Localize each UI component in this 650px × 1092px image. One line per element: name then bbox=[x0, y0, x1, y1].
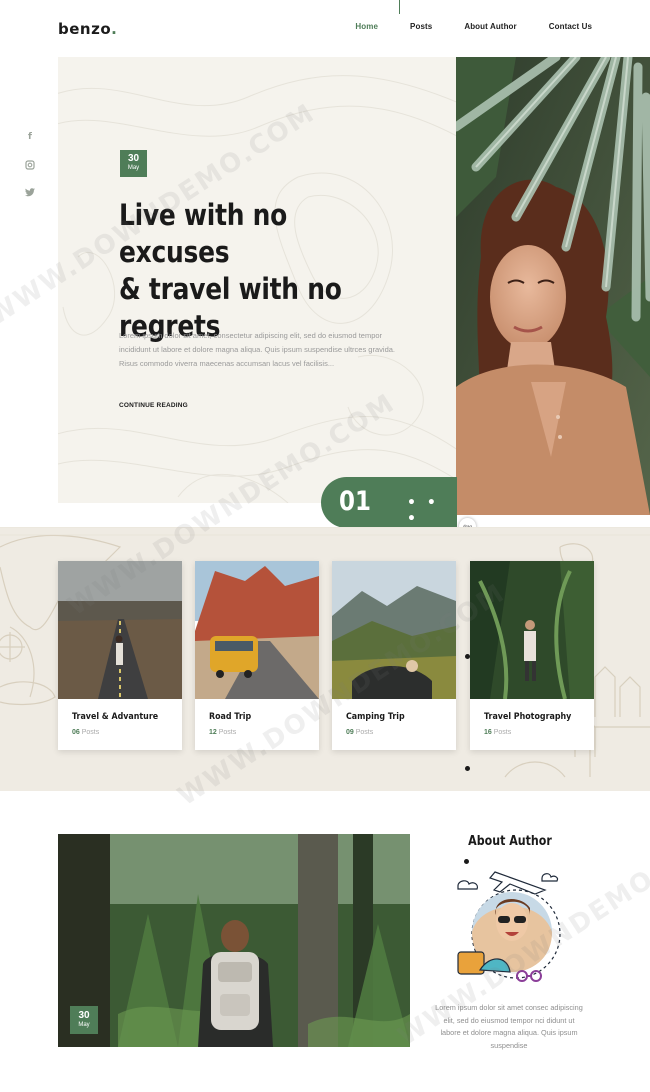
nav-active-indicator bbox=[399, 0, 400, 14]
twitter-icon[interactable] bbox=[24, 188, 36, 200]
hero-section: 30 May Live with no excuses & travel wit… bbox=[58, 57, 456, 503]
category-count-unit: Posts bbox=[493, 729, 512, 736]
logo[interactable]: benzo. bbox=[58, 20, 117, 38]
category-name[interactable]: Road Trip bbox=[209, 712, 251, 722]
nav-home[interactable]: Home bbox=[355, 22, 378, 31]
nav-contact-us[interactable]: Contact Us bbox=[549, 22, 592, 31]
category-count-number: 12 bbox=[209, 729, 217, 736]
category-count-unit: Posts bbox=[81, 729, 100, 736]
nav-about-author[interactable]: About Author bbox=[464, 22, 516, 31]
category-post-count: 12 Posts bbox=[209, 729, 236, 736]
forest-hiker-photo bbox=[58, 834, 410, 1047]
category-post-count: 16 Posts bbox=[484, 729, 511, 736]
category-count-unit: Posts bbox=[355, 729, 374, 736]
category-card-camping-trip[interactable]: Camping Trip 09 Posts bbox=[332, 561, 456, 750]
decorative-dot bbox=[465, 654, 470, 659]
page: benzo. Home Posts About Author Contact U… bbox=[0, 0, 650, 1092]
site-header: benzo. Home Posts About Author Contact U… bbox=[0, 0, 650, 56]
hero-title[interactable]: Live with no excuses & travel with no re… bbox=[119, 197, 368, 345]
category-card-road-trip[interactable]: Road Trip 12 Posts bbox=[195, 561, 319, 750]
facebook-icon[interactable]: f bbox=[24, 132, 36, 144]
category-name[interactable]: Camping Trip bbox=[346, 712, 405, 722]
slide-number: 01 bbox=[339, 486, 371, 517]
category-image-road-walker bbox=[58, 561, 182, 699]
instagram-icon[interactable] bbox=[24, 160, 36, 172]
hero-date-day: 30 bbox=[127, 153, 140, 164]
woman-with-palm-photo bbox=[456, 57, 650, 515]
category-name[interactable]: Travel Photography bbox=[484, 712, 571, 722]
about-author-text: Lorem ipsum dolor sit amet consec adipis… bbox=[435, 1003, 583, 1050]
category-count-number: 09 bbox=[346, 729, 354, 736]
featured-date-day: 30 bbox=[78, 1010, 90, 1021]
category-image-yellow-van bbox=[195, 561, 319, 699]
featured-post-image[interactable] bbox=[58, 834, 410, 1047]
social-links: f bbox=[24, 132, 38, 216]
continue-reading-link[interactable]: CONTINUE READING bbox=[119, 402, 188, 409]
hero-excerpt: Lorem ipsum dolor sit amet, consectetur … bbox=[119, 331, 395, 368]
slide-more-dots[interactable]: • • • bbox=[407, 495, 457, 527]
category-post-count: 06 Posts bbox=[72, 729, 99, 736]
author-illustration bbox=[457, 871, 561, 982]
main-nav: Home Posts About Author Contact Us bbox=[355, 22, 592, 31]
category-card-travel-adventure[interactable]: Travel & Advanture 06 Posts bbox=[58, 561, 182, 750]
about-author-title: About Author bbox=[468, 834, 552, 849]
hero-photo bbox=[456, 57, 650, 515]
category-count-number: 06 bbox=[72, 729, 80, 736]
decorative-dot bbox=[465, 766, 470, 771]
category-image-mountain-camp bbox=[332, 561, 456, 699]
hero-date-month: May bbox=[127, 165, 140, 171]
category-image-forest-photographer bbox=[470, 561, 594, 699]
nav-posts[interactable]: Posts bbox=[410, 22, 432, 31]
featured-date-badge: 30 May bbox=[70, 1006, 98, 1034]
logo-dot: . bbox=[111, 20, 118, 38]
slide-counter: 01 • • • bbox=[321, 477, 457, 528]
category-count-unit: Posts bbox=[218, 729, 237, 736]
categories-section: Travel & Advanture 06 Posts Road Trip 12… bbox=[0, 527, 650, 791]
featured-date-month: May bbox=[78, 1022, 90, 1028]
logo-text[interactable]: benzo bbox=[58, 20, 111, 38]
hero-date-badge: 30 May bbox=[120, 150, 147, 177]
category-name[interactable]: Travel & Advanture bbox=[72, 712, 158, 722]
category-card-travel-photography[interactable]: Travel Photography 16 Posts bbox=[470, 561, 594, 750]
category-count-number: 16 bbox=[484, 729, 492, 736]
category-post-count: 09 Posts bbox=[346, 729, 373, 736]
